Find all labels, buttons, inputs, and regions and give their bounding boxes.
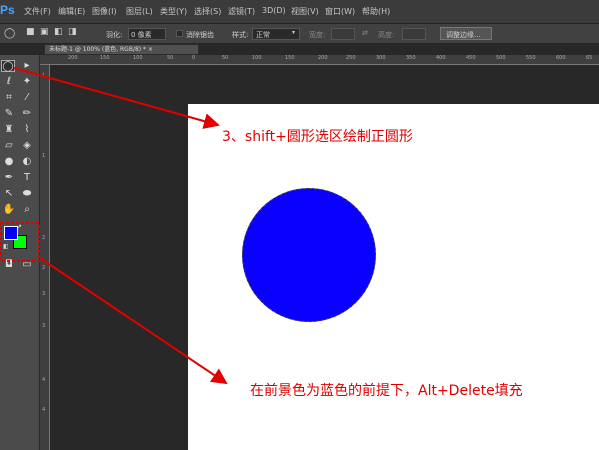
swatch-highlight-box (0, 222, 40, 262)
fill-annotation: 在前景色为蓝色的前提下，Alt+Delete填充 (250, 383, 523, 399)
arrow-to-marquee (13, 67, 220, 129)
arrow-to-swatches (39, 257, 228, 385)
step3-annotation: 3、shift+圆形选区绘制正圆形 (222, 129, 413, 145)
